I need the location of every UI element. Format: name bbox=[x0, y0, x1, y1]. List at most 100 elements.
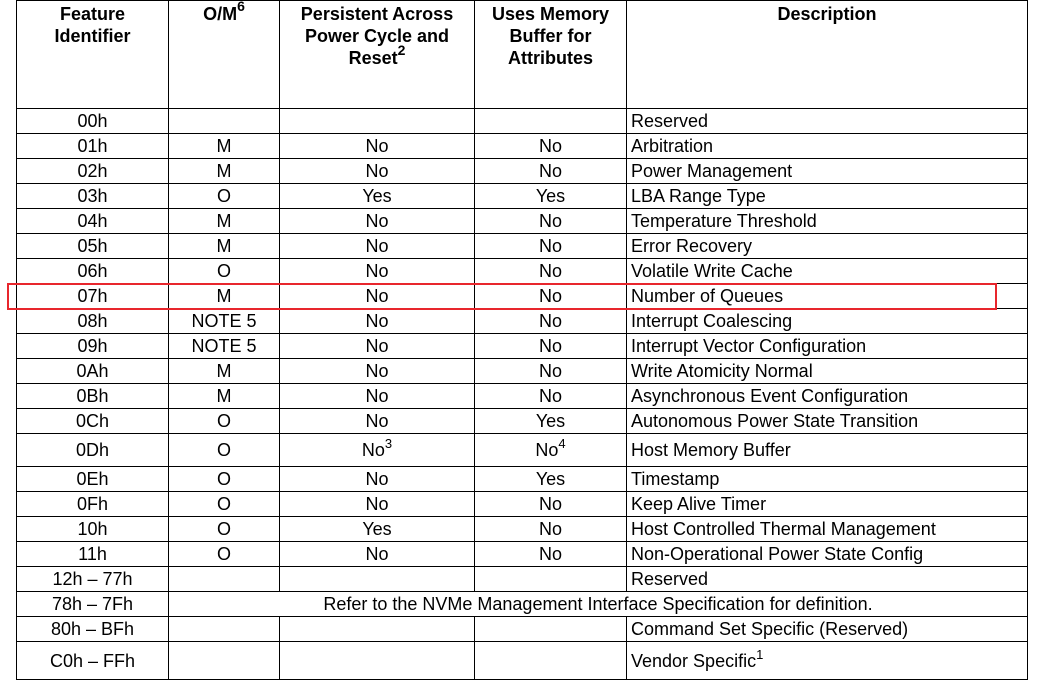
table-row: 04h M No No Temperature Threshold bbox=[16, 208, 1028, 234]
feature-id-cell: 0Dh bbox=[16, 433, 169, 467]
description-cell-text: Command Set Specific (Reserved) bbox=[631, 619, 909, 639]
description-cell: Vendor Specific1 bbox=[626, 641, 1028, 680]
persistent-cell-text: Yes bbox=[362, 186, 392, 206]
uses-memory-cell: No bbox=[474, 541, 627, 567]
description-cell: Timestamp bbox=[626, 466, 1028, 492]
feature-id-cell: 02h bbox=[16, 158, 169, 184]
uses-memory-cell: No bbox=[474, 491, 627, 517]
uses-memory-cell-text: No bbox=[538, 286, 562, 306]
table-row: 0Eh O No Yes Timestamp bbox=[16, 466, 1028, 492]
description-cell: Keep Alive Timer bbox=[626, 491, 1028, 517]
feature-id-cell-text: 11h bbox=[78, 544, 107, 564]
persistent-cell bbox=[279, 108, 475, 134]
uses-memory-cell: Yes bbox=[474, 183, 627, 209]
persistent-cell-text: No bbox=[365, 286, 389, 306]
om-cell: O bbox=[168, 183, 280, 209]
uses-memory-cell-text: Yes bbox=[535, 469, 566, 489]
persistent-cell bbox=[279, 616, 475, 642]
feature-id-cell-text: C0h – FFh bbox=[49, 650, 136, 671]
om-cell-text: M bbox=[216, 211, 232, 231]
feature-id-cell: 0Ch bbox=[16, 408, 169, 434]
feature-id-cell-text: 07h bbox=[77, 286, 108, 306]
uses-memory-cell-text: No bbox=[538, 336, 562, 356]
feature-id-cell-text: 06h bbox=[77, 261, 108, 281]
feature-id-cell-text: 10h bbox=[77, 519, 108, 539]
persistent-cell: No bbox=[279, 158, 475, 184]
uses-memory-cell-text: No bbox=[538, 136, 562, 156]
uses-memory-cell-text: No bbox=[538, 386, 562, 406]
header-om-footnote: 6 bbox=[237, 0, 245, 14]
table-row: 0Bh M No No Asynchronous Event Configuration bbox=[16, 383, 1028, 409]
persistent-cell: No bbox=[279, 133, 475, 159]
description-cell-text: Vendor Specific bbox=[631, 650, 757, 671]
description-cell: Power Management bbox=[626, 158, 1028, 184]
feature-id-cell: 01h bbox=[16, 133, 169, 159]
om-cell-text: NOTE 5 bbox=[191, 311, 257, 331]
persistent-cell-text: No bbox=[365, 386, 389, 406]
header-row: Feature Identifier O/M6 Persistent Acros… bbox=[16, 0, 1028, 109]
table-row: 80h – BFh Command Set Specific (Reserved) bbox=[16, 616, 1028, 642]
table-row: 0Dh O No3 No4 Host Memory Buffer bbox=[16, 433, 1028, 467]
uses-memory-cell: No bbox=[474, 158, 627, 184]
persistent-cell: No bbox=[279, 233, 475, 259]
uses-memory-cell bbox=[474, 616, 627, 642]
table-row: 11h O No No Non-Operational Power State Conf… bbox=[16, 541, 1028, 567]
om-cell: O bbox=[168, 258, 280, 284]
table-row: 09h NOTE 5 No No Interrupt Vector Configurat… bbox=[16, 333, 1028, 359]
table-row: 0Fh O No No Keep Alive Timer bbox=[16, 491, 1028, 517]
description-cell: Reserved bbox=[626, 566, 1028, 592]
feature-id-cell: 05h bbox=[16, 233, 169, 259]
persistent-cell-text: No bbox=[365, 211, 389, 231]
table-row: 0Ch O No Yes Autonomous Power State Transiti… bbox=[16, 408, 1028, 434]
persistent-cell: No bbox=[279, 258, 475, 284]
om-cell: M bbox=[168, 358, 280, 384]
om-cell-text: M bbox=[216, 386, 232, 406]
table-row: 02h M No No Power Management bbox=[16, 158, 1028, 184]
uses-memory-cell: No4 bbox=[474, 433, 627, 467]
table-row: 01h M No No Arbitration bbox=[16, 133, 1028, 159]
feature-id-cell-text: 0Ch bbox=[75, 411, 110, 431]
om-cell-text: O bbox=[216, 519, 231, 539]
feature-id-cell: 08h bbox=[16, 308, 169, 334]
feature-id-cell: 80h – BFh bbox=[16, 616, 169, 642]
feature-id-cell: 78h – 7Fh bbox=[16, 591, 169, 617]
uses-memory-cell: No bbox=[474, 516, 627, 542]
feature-id-cell-text: 08h bbox=[77, 311, 108, 331]
persistent-cell bbox=[279, 641, 475, 680]
feature-id-cell: 11h bbox=[16, 541, 169, 567]
table-body: 00h Reserved 01h M No No Arbitration 02h M No No Po… bbox=[16, 108, 1028, 680]
table-row: C0h – FFh Vendor Specific1 bbox=[16, 641, 1028, 680]
om-cell-text: O bbox=[216, 411, 231, 431]
description-cell-text: Number of Queues bbox=[631, 286, 784, 306]
description-cell-text: Error Recovery bbox=[631, 236, 753, 256]
persistent-cell: No bbox=[279, 308, 475, 334]
feature-id-cell-text: 78h – 7Fh bbox=[51, 594, 134, 614]
om-cell-text: NOTE 5 bbox=[191, 336, 257, 356]
description-cell: Interrupt Coalescing bbox=[626, 308, 1028, 334]
persistent-cell: No bbox=[279, 408, 475, 434]
om-cell: NOTE 5 bbox=[168, 333, 280, 359]
table-row: 05h M No No Error Recovery bbox=[16, 233, 1028, 259]
feature-id-cell: 00h bbox=[16, 108, 169, 134]
uses-memory-cell-text: No bbox=[538, 261, 562, 281]
feature-id-cell: 10h bbox=[16, 516, 169, 542]
uses-memory-cell-text: No bbox=[538, 161, 562, 181]
table-row: 07h M No No Number of Queues bbox=[16, 283, 1028, 309]
feature-id-cell: 06h bbox=[16, 258, 169, 284]
uses-memory-cell-text: Yes bbox=[535, 186, 566, 206]
om-cell bbox=[168, 641, 280, 680]
persistent-cell-text: No bbox=[365, 544, 389, 564]
description-cell: Volatile Write Cache bbox=[626, 258, 1028, 284]
table-row: 08h NOTE 5 No No Interrupt Coalescing bbox=[16, 308, 1028, 334]
om-cell: O bbox=[168, 541, 280, 567]
om-cell: O bbox=[168, 433, 280, 467]
description-cell: Temperature Threshold bbox=[626, 208, 1028, 234]
om-cell-text: M bbox=[216, 161, 232, 181]
description-cell-text: Host Controlled Thermal Management bbox=[631, 519, 936, 539]
om-cell bbox=[168, 566, 280, 592]
persistent-cell-text: No bbox=[361, 440, 385, 460]
feature-id-cell-text: 04h bbox=[77, 211, 108, 231]
uses-memory-cell-text: No bbox=[538, 544, 562, 564]
uses-memory-cell-footnote: 4 bbox=[558, 436, 566, 451]
description-cell-text: Power Management bbox=[631, 161, 793, 181]
